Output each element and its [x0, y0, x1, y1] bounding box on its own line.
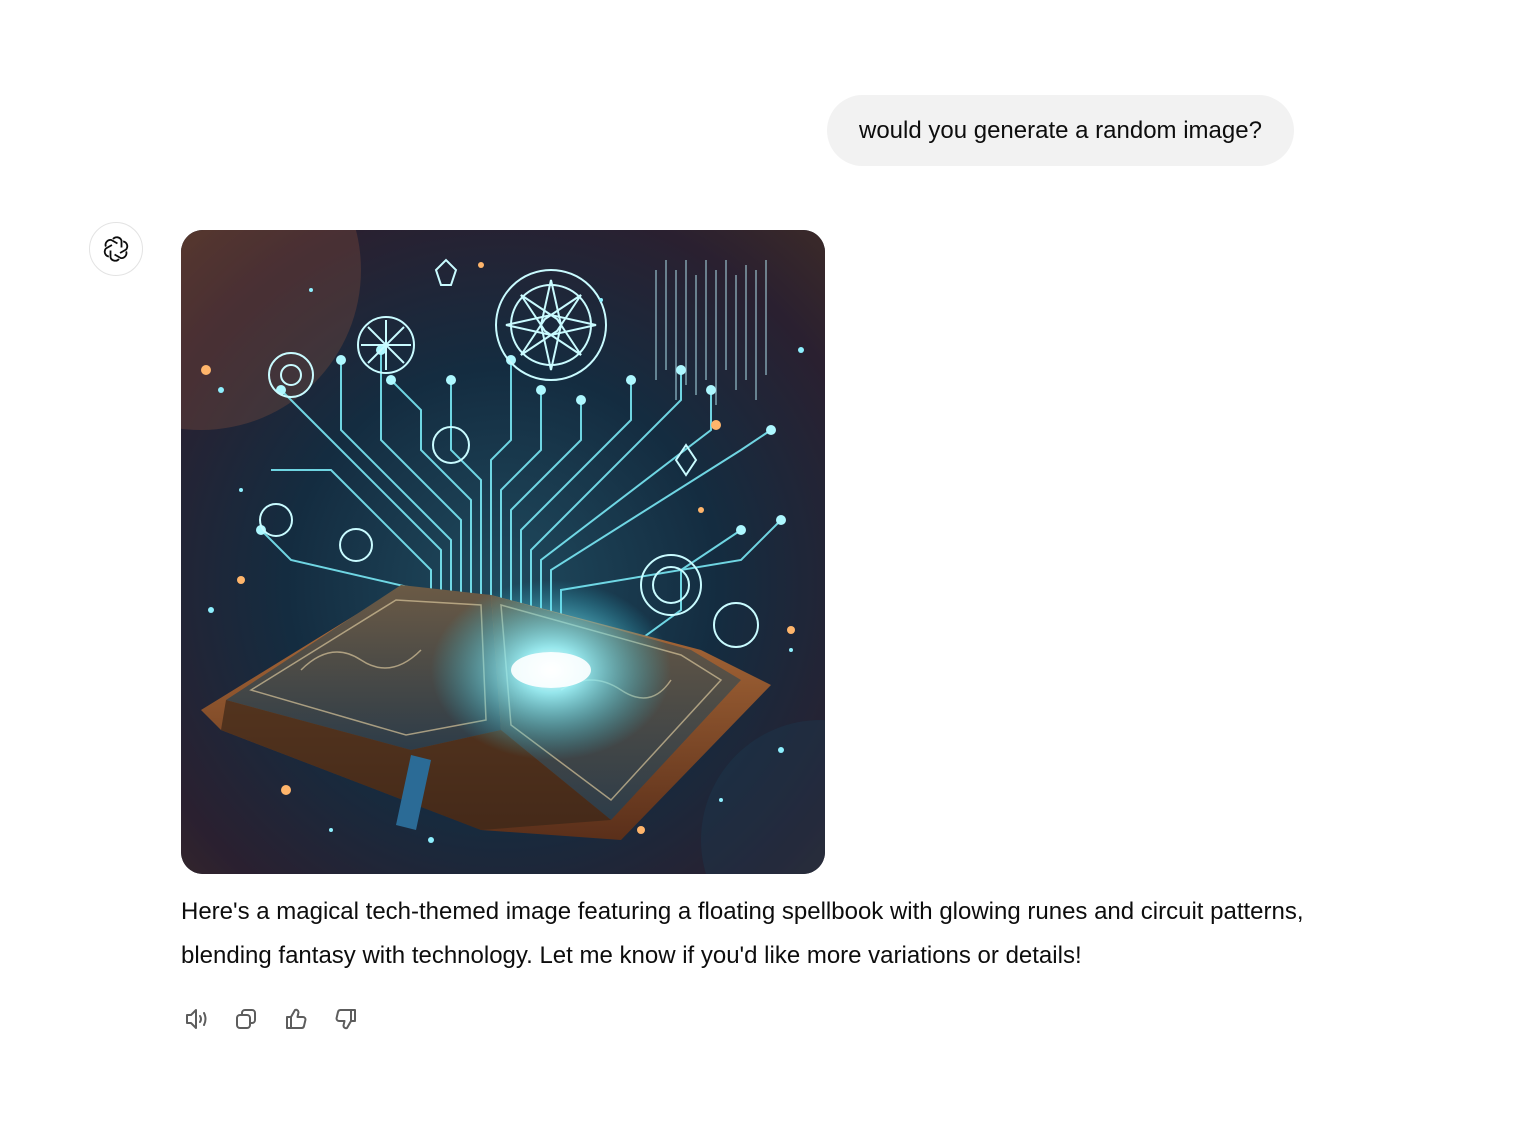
- user-message-bubble: would you generate a random image?: [827, 95, 1294, 166]
- copy-button[interactable]: [230, 1003, 262, 1035]
- thumbs-up-icon: [286, 1008, 307, 1029]
- assistant-message-text: Here's a magical tech-themed image featu…: [181, 898, 1304, 969]
- message-actions: [180, 1003, 362, 1035]
- generated-image[interactable]: [181, 230, 825, 874]
- read-aloud-button[interactable]: [180, 1003, 212, 1035]
- spellbook-illustration: [181, 230, 825, 874]
- bad-response-button[interactable]: [330, 1003, 362, 1035]
- thumbs-down-icon: [335, 1009, 356, 1030]
- good-response-button[interactable]: [280, 1003, 312, 1035]
- user-message-text: would you generate a random image?: [859, 116, 1262, 144]
- speaker-icon: [186, 1009, 207, 1029]
- chat-thread: would you generate a random image? Here'…: [0, 0, 1516, 1126]
- copy-icon: [236, 1009, 256, 1029]
- openai-logo-icon: [103, 236, 129, 262]
- assistant-avatar: [89, 222, 143, 276]
